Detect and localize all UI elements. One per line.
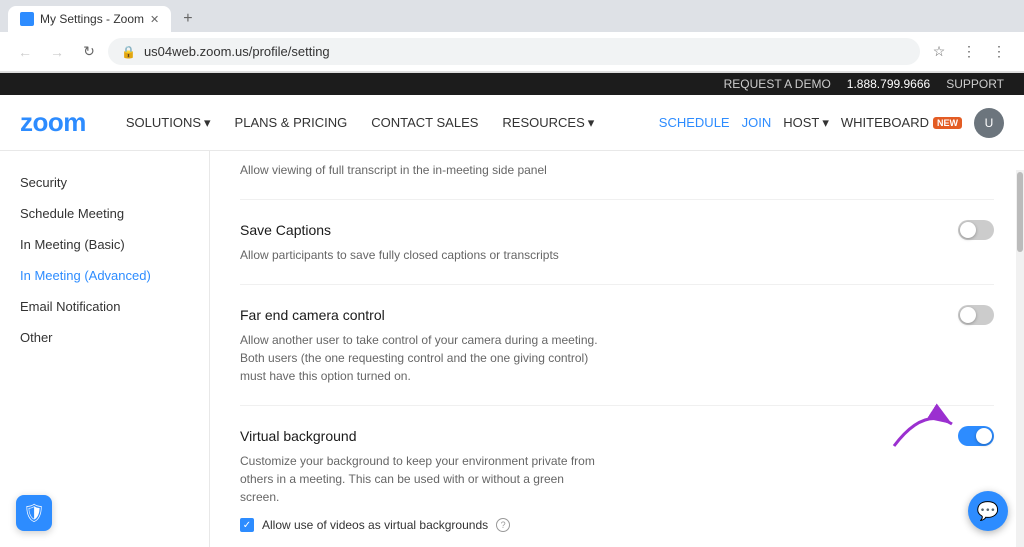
address-bar[interactable]: 🔒 us04web.zoom.us/profile/setting <box>108 38 920 65</box>
url-text: us04web.zoom.us/profile/setting <box>144 44 907 59</box>
save-captions-title: Save Captions <box>240 222 331 238</box>
shield-icon: 🛡 <box>23 503 46 524</box>
main-navigation: zoom SOLUTIONS ▾ PLANS & PRICING CONTACT… <box>0 95 1024 151</box>
virtual-background-toggle-container <box>958 426 994 446</box>
tab-title: My Settings - Zoom <box>40 12 144 26</box>
far-end-camera-header: Far end camera control <box>240 305 994 325</box>
sidebar-item-other[interactable]: Other <box>0 322 209 353</box>
save-captions-row: Save Captions Allow participants to save… <box>240 200 994 285</box>
sidebar-item-in-meeting-advanced[interactable]: In Meeting (Advanced) <box>0 260 209 291</box>
host-button[interactable]: HOST ▾ <box>783 115 829 131</box>
virtual-background-header: Virtual background <box>240 426 994 446</box>
transcript-desc: Allow viewing of full transcript in the … <box>240 161 600 179</box>
nav-contact[interactable]: CONTACT SALES <box>361 107 488 139</box>
virtual-background-knob <box>976 428 992 444</box>
nav-solutions[interactable]: SOLUTIONS ▾ <box>116 107 221 139</box>
tab-close-button[interactable]: ✕ <box>150 13 159 26</box>
transcript-setting: Allow viewing of full transcript in the … <box>240 151 994 200</box>
sidebar-item-schedule-meeting[interactable]: Schedule Meeting <box>0 198 209 229</box>
info-icon[interactable]: ? <box>496 518 510 532</box>
virtual-background-row: Virtual background <box>240 406 994 547</box>
new-badge: NEW <box>933 117 962 129</box>
far-end-camera-title: Far end camera control <box>240 307 385 323</box>
far-end-camera-toggle[interactable] <box>958 305 994 325</box>
sidebar-item-email-notification[interactable]: Email Notification <box>0 291 209 322</box>
tab-bar: My Settings - Zoom ✕ + <box>0 0 1024 32</box>
bookmark-button[interactable]: ☆ <box>926 39 952 65</box>
reload-button[interactable]: ↻ <box>76 39 102 65</box>
virtual-background-checkbox-row: Allow use of videos as virtual backgroun… <box>240 518 994 532</box>
browser-actions: ☆ ⋮ ⋮ <box>926 39 1012 65</box>
tab-favicon <box>20 12 34 26</box>
chevron-down-icon-resources: ▾ <box>588 115 595 131</box>
top-notification-bar: REQUEST A DEMO 1.888.799.9666 SUPPORT <box>0 73 1024 95</box>
far-end-camera-row: Far end camera control Allow another use… <box>240 285 994 406</box>
chat-button[interactable]: 💬 <box>968 491 1008 531</box>
sidebar-item-security[interactable]: Security <box>0 167 209 198</box>
virtual-background-title: Virtual background <box>240 428 356 444</box>
scrollbar[interactable] <box>1016 170 1024 547</box>
allow-videos-checkbox[interactable] <box>240 518 254 532</box>
chat-icon: 💬 <box>977 501 999 522</box>
schedule-link[interactable]: SCHEDULE <box>659 115 730 130</box>
avatar[interactable]: U <box>974 108 1004 138</box>
save-captions-toggle[interactable] <box>958 220 994 240</box>
sidebar: Security Schedule Meeting In Meeting (Ba… <box>0 151 210 547</box>
phone-number: 1.888.799.9666 <box>847 77 930 91</box>
security-badge[interactable]: 🛡 <box>16 495 52 531</box>
page-wrapper: My Settings - Zoom ✕ + ← → ↻ 🔒 us04web.z… <box>0 0 1024 547</box>
nav-links: SOLUTIONS ▾ PLANS & PRICING CONTACT SALE… <box>116 107 659 139</box>
nav-plans[interactable]: PLANS & PRICING <box>225 107 358 139</box>
browser-controls: ← → ↻ 🔒 us04web.zoom.us/profile/setting … <box>0 32 1024 72</box>
page-body: Security Schedule Meeting In Meeting (Ba… <box>0 151 1024 547</box>
chevron-down-icon: ▾ <box>204 115 211 131</box>
lock-icon: 🔒 <box>121 45 136 59</box>
back-button[interactable]: ← <box>12 39 38 65</box>
browser-chrome: My Settings - Zoom ✕ + ← → ↻ 🔒 us04web.z… <box>0 0 1024 73</box>
forward-button[interactable]: → <box>44 39 70 65</box>
save-captions-header: Save Captions <box>240 220 994 240</box>
whiteboard-button[interactable]: WHITEBOARD NEW <box>841 115 962 130</box>
join-link[interactable]: JOIN <box>742 115 772 130</box>
far-end-camera-knob <box>960 307 976 323</box>
main-content: Allow viewing of full transcript in the … <box>210 151 1024 547</box>
extensions-button[interactable]: ⋮ <box>956 39 982 65</box>
request-demo-link[interactable]: REQUEST A DEMO <box>724 77 831 91</box>
purple-arrow-icon <box>884 396 964 456</box>
scrollbar-thumb[interactable] <box>1017 172 1023 252</box>
support-link[interactable]: SUPPORT <box>946 77 1004 91</box>
nav-right: SCHEDULE JOIN HOST ▾ WHITEBOARD NEW U <box>659 108 1004 138</box>
sidebar-item-in-meeting-basic[interactable]: In Meeting (Basic) <box>0 229 209 260</box>
menu-button[interactable]: ⋮ <box>986 39 1012 65</box>
new-tab-button[interactable]: + <box>175 6 200 32</box>
active-tab[interactable]: My Settings - Zoom ✕ <box>8 6 171 32</box>
chevron-down-icon-host: ▾ <box>822 115 829 131</box>
save-captions-desc: Allow participants to save fully closed … <box>240 246 600 264</box>
nav-resources[interactable]: RESOURCES ▾ <box>492 107 604 139</box>
virtual-background-desc: Customize your background to keep your e… <box>240 452 600 506</box>
virtual-background-toggle[interactable] <box>958 426 994 446</box>
zoom-logo[interactable]: zoom <box>20 107 86 138</box>
allow-videos-label: Allow use of videos as virtual backgroun… <box>262 518 488 532</box>
far-end-camera-desc: Allow another user to take control of yo… <box>240 331 600 385</box>
save-captions-knob <box>960 222 976 238</box>
